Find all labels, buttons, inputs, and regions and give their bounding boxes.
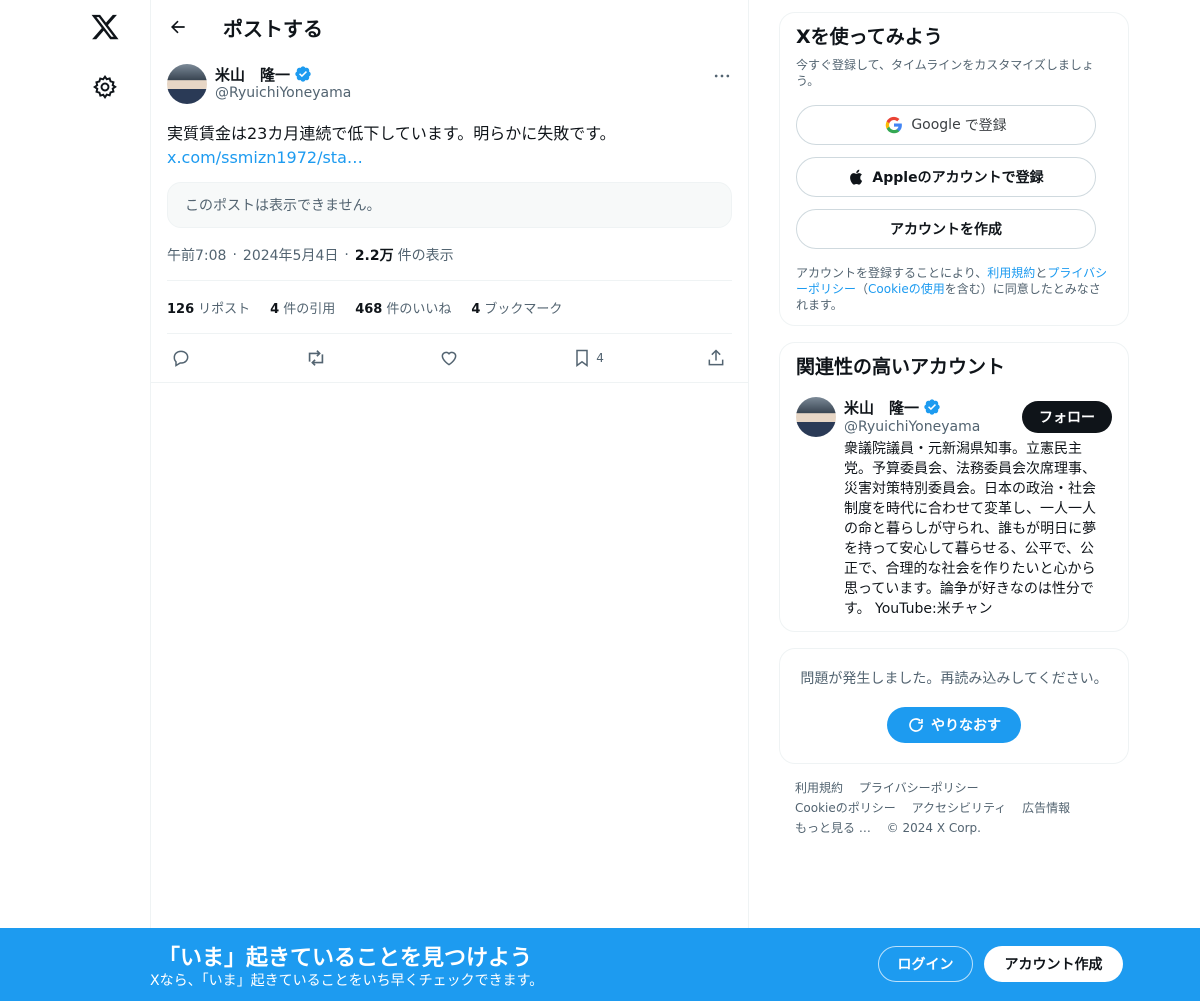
left-nav [0, 0, 150, 1001]
more-options-icon[interactable] [712, 66, 732, 86]
refresh-icon [909, 718, 923, 732]
author-handle[interactable]: @RyuichiYoneyama [215, 85, 351, 101]
gear-icon[interactable] [92, 74, 118, 100]
reply-icon[interactable] [171, 347, 193, 369]
post-date[interactable]: 2024年5月4日 [243, 245, 338, 265]
create-account-label: アカウントを作成 [890, 222, 1002, 238]
reposts-stat[interactable]: 126 リポスト [167, 298, 250, 317]
signup-card: Xを使ってみよう 今すぐ登録して、タイムラインをカスタマイズしましょう。 Goo… [779, 12, 1129, 326]
post-text: 実質賃金は23カ月連続で低下しています。明らかに失敗です。 [167, 124, 616, 143]
footer-link-terms[interactable]: 利用規約 [795, 781, 843, 795]
likes-stat[interactable]: 468 件のいいね [355, 298, 451, 317]
author-name[interactable]: 米山 隆一 [215, 64, 290, 85]
view-label: 件の表示 [397, 248, 454, 264]
login-button[interactable]: ログイン [878, 946, 973, 982]
copyright: © 2024 X Corp. [886, 821, 981, 835]
related-accounts-card: 関連性の高いアカウント 米山 隆一 @RyuichiYoneyama 衆議院議員… [779, 342, 1129, 632]
post-actions: 4 [167, 334, 732, 382]
signup-button[interactable]: アカウント作成 [984, 946, 1123, 982]
error-message: 問題が発生しました。再読み込みしてください。 [800, 671, 1108, 687]
quotes-stat[interactable]: 4 件の引用 [270, 298, 335, 317]
banner-title: 「いま」起きていることを見つけよう [158, 946, 533, 971]
verified-badge-icon [295, 66, 311, 82]
footer-link-cookie[interactable]: Cookieのポリシー [795, 801, 896, 815]
footer-links: 利用規約 プライバシーポリシー Cookieのポリシー アクセシビリティ 広告情… [779, 778, 1129, 838]
terms-link[interactable]: 利用規約 [987, 266, 1035, 280]
related-name[interactable]: 米山 隆一 [844, 397, 919, 418]
x-logo-icon[interactable] [90, 12, 120, 42]
terms-notice: アカウントを登録することにより、利用規約とプライバシーポリシー（Cookieの使… [796, 266, 1108, 312]
related-account[interactable]: 米山 隆一 @RyuichiYoneyama 衆議院議員・元新潟県知事。立憲民主… [796, 397, 1112, 619]
divider [151, 382, 748, 383]
google-signup-button[interactable]: Google で登録 [796, 105, 1096, 145]
engagement-stats: 126 リポスト 4 件の引用 468 件のいいね 4 ブックマーク [167, 281, 732, 333]
google-icon [886, 116, 903, 134]
repost-icon[interactable] [305, 347, 327, 369]
post-time[interactable]: 午前7:08 [167, 245, 226, 265]
footer-link-accessibility[interactable]: アクセシビリティ [912, 801, 1007, 815]
avatar[interactable] [796, 397, 836, 437]
post-timestamp: 午前7:08 · 2024年5月4日 · 2.2万 件の表示 [167, 245, 454, 265]
apple-signup-label: Appleのアカウントで登録 [872, 170, 1044, 186]
right-sidebar: Xを使ってみよう 今すぐ登録して、タイムラインをカスタマイズしましょう。 Goo… [779, 12, 1129, 838]
like-icon[interactable] [439, 347, 461, 369]
page-header: ポストする [151, 0, 748, 54]
login-banner: 「いま」起きていることを見つけよう Xなら、「いま」起きていることをいち早くチェ… [0, 928, 1200, 1001]
cookie-link[interactable]: Cookieの使用 [868, 282, 945, 296]
page-title: ポストする [223, 16, 323, 41]
post-author: 米山 隆一 @RyuichiYoneyama [167, 64, 732, 108]
post-link[interactable]: x.com/ssmizn1972/sta… [167, 146, 732, 170]
error-card: 問題が発生しました。再読み込みしてください。 やりなおす [779, 648, 1129, 764]
retry-label: やりなおす [931, 718, 1001, 734]
signup-subtitle: 今すぐ登録して、タイムラインをカスタマイズしましょう。 [796, 58, 1094, 88]
bookmark-count: 4 [596, 351, 604, 365]
signup-title: Xを使ってみよう [796, 26, 943, 48]
avatar[interactable] [167, 64, 207, 104]
follow-button[interactable]: フォロー [1022, 401, 1112, 433]
apple-signup-button[interactable]: Appleのアカウントで登録 [796, 157, 1096, 197]
google-signup-suffix: で登録 [964, 118, 1007, 134]
back-arrow-icon[interactable] [167, 16, 189, 38]
related-bio: 衆議院議員・元新潟県知事。立憲民主党。予算委員会、法務委員会次席理事、災害対策特… [844, 441, 1097, 617]
related-title: 関連性の高いアカウント [796, 356, 1006, 378]
apple-icon [850, 169, 863, 185]
share-icon[interactable] [706, 347, 728, 369]
post-detail: 米山 隆一 @RyuichiYoneyama 実質賃金は23カ月連続で低下してい… [151, 54, 748, 383]
view-count: 2.2万 [354, 248, 394, 264]
footer-link-ads[interactable]: 広告情報 [1022, 801, 1070, 815]
create-account-button[interactable]: アカウントを作成 [796, 209, 1096, 249]
google-signup-label: Google [911, 117, 961, 133]
main-column: ポストする 米山 隆一 @RyuichiYoneyama 実質賃金は23カ月連続… [150, 0, 749, 1001]
footer-link-privacy[interactable]: プライバシーポリシー [859, 781, 979, 795]
retry-button[interactable]: やりなおす [887, 707, 1021, 743]
quote-unavailable-notice: このポストは表示できません。 [167, 182, 732, 228]
banner-subtitle: Xなら、「いま」起きていることをいち早くチェックできます。 [150, 973, 544, 989]
bookmark-icon[interactable]: 4 [572, 347, 604, 369]
bookmarks-stat[interactable]: 4 ブックマーク [471, 298, 562, 317]
footer-link-more[interactable]: もっと見る … [795, 821, 871, 835]
verified-badge-icon [924, 399, 940, 415]
